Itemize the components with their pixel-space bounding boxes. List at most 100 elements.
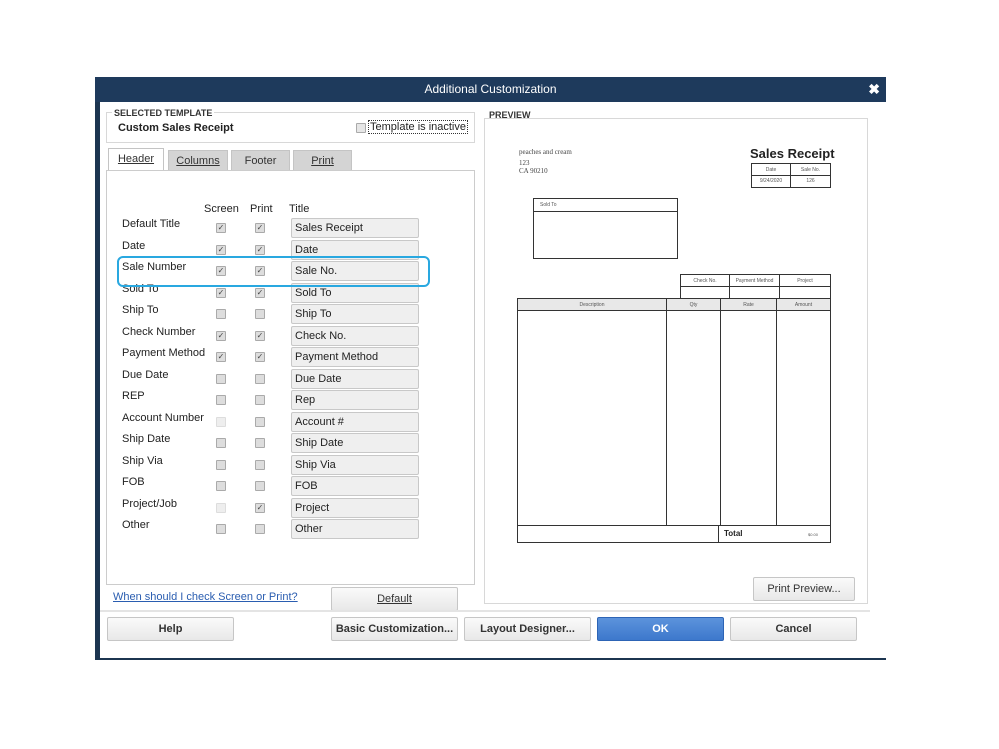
preview-check-table: Check No. Payment Method Project [680, 274, 831, 299]
title-input[interactable]: Account # [291, 411, 419, 432]
field-label: Payment Method [122, 347, 206, 359]
template-name: Custom Sales Receipt [118, 122, 234, 134]
title-input[interactable]: FOB [291, 476, 419, 496]
preview-payment-method: Payment Method [735, 278, 774, 284]
field-label: FOB [122, 476, 145, 488]
preview-items-table: Description Qty Rate Amount Total $0.00 [517, 298, 831, 543]
preview-col-qty: Qty [689, 302, 698, 308]
print-checkbox[interactable] [255, 373, 265, 384]
preview-check-no: Check No. [693, 278, 717, 284]
field-label: Due Date [122, 368, 169, 381]
screen-checkbox[interactable] [216, 438, 226, 448]
tab-print[interactable]: Print [293, 150, 352, 170]
screen-checkbox[interactable] [216, 395, 226, 405]
field-label: Project/Job [122, 497, 178, 510]
screen-checkbox[interactable] [216, 373, 226, 384]
screen-checkbox[interactable]: ✓ [216, 244, 226, 255]
screen-checkbox[interactable]: ✓ [216, 330, 226, 341]
preview-date-table: Date Sale No. 9/24/2020 126 [751, 163, 831, 188]
preview-saleno-header: Sale No. [800, 167, 821, 173]
selected-template-label: SELECTED TEMPLATE [112, 108, 215, 118]
preview-col-description: Description [579, 302, 605, 308]
print-checkbox[interactable] [255, 481, 265, 491]
preview-col-amount: Amount [794, 302, 813, 308]
title-column-header: Title [289, 203, 310, 215]
tab-columns[interactable]: Columns [168, 150, 228, 170]
screen-checkbox[interactable] [216, 481, 226, 491]
preview-col-rate: Rate [743, 302, 754, 308]
preview-address2: CA 90210 [519, 167, 548, 175]
title-input[interactable]: Check No. [291, 325, 419, 346]
preview-date-header: Date [765, 167, 777, 173]
title-input[interactable]: Project [291, 497, 419, 518]
template-inactive-checkbox[interactable] [356, 123, 366, 133]
screen-checkbox[interactable]: ✓ [216, 287, 226, 298]
screen-checkbox[interactable]: ✓ [216, 223, 226, 233]
screen-checkbox[interactable] [216, 459, 226, 470]
print-checkbox[interactable] [255, 459, 265, 470]
title-input[interactable]: Due Date [291, 368, 419, 389]
default-button[interactable]: Default [331, 587, 458, 611]
preview-total-label: Total [724, 529, 743, 538]
screen-checkbox[interactable] [216, 309, 226, 319]
screen-checkbox[interactable]: ✓ [216, 352, 226, 362]
highlight-outline [117, 256, 430, 287]
print-checkbox[interactable] [255, 438, 265, 448]
print-column-header: Print [250, 203, 273, 215]
tab-footer[interactable]: Footer [231, 150, 290, 170]
tab-header[interactable]: Header [108, 148, 164, 170]
field-label: Ship To [122, 304, 159, 316]
cancel-button[interactable]: Cancel [730, 617, 857, 641]
preview-total-value: $0.00 [808, 532, 819, 537]
preview-date-value: 9/24/2020 [759, 178, 783, 184]
template-inactive-label[interactable]: Template is inactive [368, 120, 468, 134]
field-label: Account Number [122, 411, 204, 424]
title-input[interactable]: Other [291, 519, 419, 539]
basic-customization-button[interactable]: Basic Customization... [331, 617, 458, 641]
field-label: Default Title [122, 218, 181, 230]
print-checkbox[interactable]: ✓ [255, 352, 265, 362]
help-button[interactable]: Help [107, 617, 234, 641]
print-checkbox[interactable] [255, 524, 265, 534]
preview-company: peaches and cream [519, 148, 572, 156]
ok-button[interactable]: OK [597, 617, 724, 641]
field-label: Ship Via [122, 454, 163, 467]
field-label: Ship Date [122, 433, 171, 445]
preview-project: Project [797, 278, 813, 284]
title-input[interactable]: Ship Date [291, 433, 419, 453]
print-checkbox[interactable]: ✓ [255, 223, 265, 233]
print-checkbox[interactable] [255, 395, 265, 405]
separator [100, 610, 870, 612]
field-label: Check Number [122, 325, 196, 338]
screen-checkbox[interactable] [216, 524, 226, 534]
title-input[interactable]: Ship To [291, 304, 419, 324]
screen-checkbox[interactable] [216, 502, 226, 513]
field-label: Other [122, 519, 150, 531]
preview-sold-to-box: Sold To [533, 198, 678, 259]
preview-address1: 123 [519, 159, 530, 167]
print-checkbox[interactable]: ✓ [255, 330, 265, 341]
layout-designer-button[interactable]: Layout Designer... [464, 617, 591, 641]
title-bar: Additional Customization ✖ [95, 77, 886, 102]
screen-checkbox[interactable] [216, 416, 226, 427]
title-input[interactable]: Payment Method [291, 347, 419, 367]
title-input[interactable]: Ship Via [291, 454, 419, 475]
print-checkbox[interactable] [255, 416, 265, 427]
print-preview-button[interactable]: Print Preview... [753, 577, 855, 601]
help-link[interactable]: When should I check Screen or Print? [113, 591, 298, 603]
default-button-label: Default [377, 593, 412, 605]
window-title: Additional Customization [424, 82, 557, 96]
print-checkbox[interactable] [255, 309, 265, 319]
title-input[interactable]: Sales Receipt [291, 218, 419, 238]
print-checkbox[interactable]: ✓ [255, 502, 265, 513]
close-icon[interactable]: ✖ [868, 77, 880, 102]
preview-sold-to-label: Sold To [540, 202, 557, 208]
print-checkbox[interactable]: ✓ [255, 244, 265, 255]
preview-doc-title: Sales Receipt [750, 146, 835, 161]
preview-saleno-value: 126 [806, 178, 815, 184]
field-label: REP [122, 390, 145, 402]
title-input[interactable]: Rep [291, 390, 419, 410]
screen-column-header: Screen [204, 203, 239, 215]
field-label: Date [122, 239, 146, 252]
print-checkbox[interactable]: ✓ [255, 287, 265, 298]
